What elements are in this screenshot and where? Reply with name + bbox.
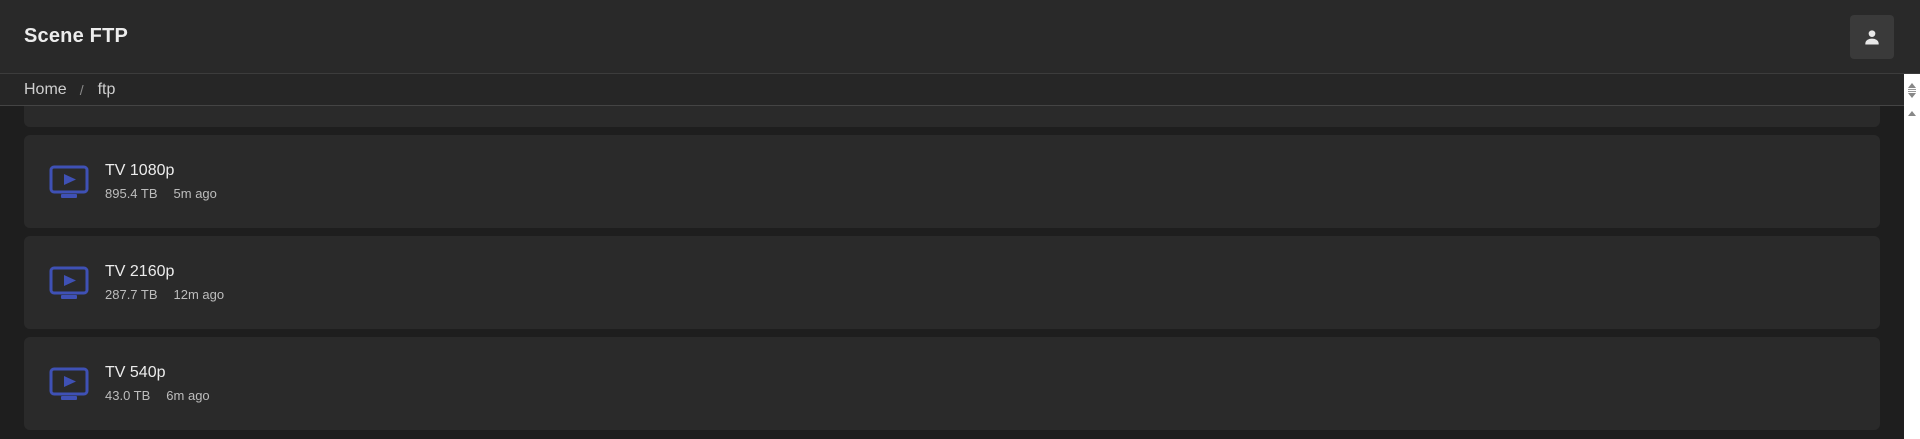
breadcrumb-separator: / bbox=[79, 81, 84, 98]
scroll-down-arrow-icon[interactable] bbox=[1908, 92, 1916, 98]
breadcrumb-scrollbar[interactable] bbox=[1904, 74, 1920, 106]
tv-play-icon bbox=[49, 165, 89, 198]
list-item[interactable] bbox=[24, 106, 1880, 127]
folder-size: 287.7 TB bbox=[105, 287, 158, 302]
folder-item[interactable]: TV 1080p 895.4 TB 5m ago bbox=[24, 135, 1880, 228]
scroll-grip-icon bbox=[1908, 88, 1916, 90]
account-button[interactable] bbox=[1850, 14, 1894, 59]
folder-name: TV 540p bbox=[105, 364, 166, 381]
breadcrumb: Home / ftp bbox=[0, 74, 1904, 106]
breadcrumb-home-link[interactable]: Home bbox=[24, 81, 67, 99]
folder-list: TV 1080p 895.4 TB 5m ago TV 2160p 287.7 … bbox=[24, 106, 1880, 439]
scroll-grip-icon bbox=[1908, 90, 1916, 92]
folder-item[interactable]: TV 2160p 287.7 TB 12m ago bbox=[24, 236, 1880, 329]
scroll-up-arrow-icon[interactable] bbox=[1908, 82, 1916, 88]
folder-modified: 5m ago bbox=[173, 186, 217, 201]
user-icon bbox=[1865, 29, 1879, 44]
tv-play-icon bbox=[49, 367, 89, 400]
folder-modified: 6m ago bbox=[166, 388, 210, 403]
folder-size: 895.4 TB bbox=[105, 186, 158, 201]
breadcrumb-current: ftp bbox=[97, 80, 116, 98]
tv-play-icon bbox=[49, 266, 89, 299]
scroll-up-arrow-icon[interactable] bbox=[1908, 111, 1916, 116]
folder-name: TV 2160p bbox=[105, 263, 175, 280]
folder-name: TV 1080p bbox=[105, 162, 175, 179]
folder-size: 43.0 TB bbox=[105, 388, 151, 403]
folder-item[interactable]: TV 540p 43.0 TB 6m ago bbox=[24, 337, 1880, 430]
content-scrollbar[interactable] bbox=[1904, 106, 1920, 439]
app-title: Scene FTP bbox=[24, 25, 129, 47]
folder-modified: 12m ago bbox=[173, 287, 225, 302]
top-app-bar: Scene FTP bbox=[0, 0, 1920, 74]
